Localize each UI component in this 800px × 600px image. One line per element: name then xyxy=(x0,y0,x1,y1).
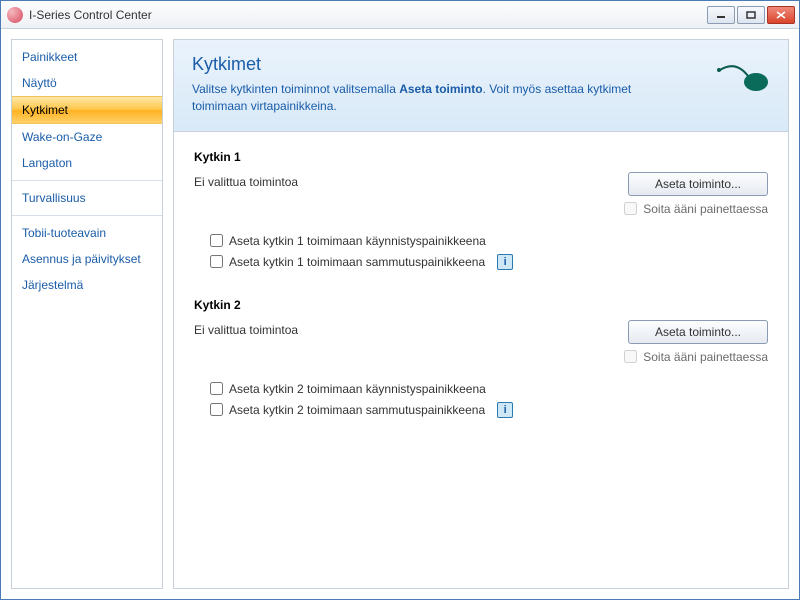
info-icon[interactable]: i xyxy=(497,254,513,270)
switch-1-power-off-checkbox[interactable] xyxy=(210,255,223,268)
sidebar-group: Painikkeet Näyttö Kytkimet Wake-on-Gaze … xyxy=(12,40,162,181)
switch-2-play-sound-label: Soita ääni painettaessa xyxy=(643,350,768,364)
window-body: Painikkeet Näyttö Kytkimet Wake-on-Gaze … xyxy=(1,29,799,599)
sidebar: Painikkeet Näyttö Kytkimet Wake-on-Gaze … xyxy=(11,39,163,589)
sidebar-item-jarjestelma[interactable]: Järjestelmä xyxy=(12,272,162,298)
sidebar-item-wake-on-gaze[interactable]: Wake-on-Gaze xyxy=(12,124,162,150)
switch-2-power-off-checkbox[interactable] xyxy=(210,403,223,416)
app-window: I-Series Control Center Painikkeet Näytt… xyxy=(0,0,800,600)
app-icon xyxy=(7,7,23,23)
page-header: Kytkimet Valitse kytkinten toiminnot val… xyxy=(174,40,788,132)
switch-1-power-on-label: Aseta kytkin 1 toimimaan käynnistyspaini… xyxy=(229,234,486,248)
sidebar-item-tuoteavain[interactable]: Tobii-tuoteavain xyxy=(12,220,162,246)
sidebar-item-naytto[interactable]: Näyttö xyxy=(12,70,162,96)
switch-2-play-sound-checkbox xyxy=(624,350,637,363)
maximize-button[interactable] xyxy=(737,6,765,24)
page-description: Valitse kytkinten toiminnot valitsemalla… xyxy=(192,81,672,115)
titlebar[interactable]: I-Series Control Center xyxy=(1,1,799,29)
desc-bold: Aseta toiminto xyxy=(399,82,482,96)
switch-2-set-action-button[interactable]: Aseta toiminto... xyxy=(628,320,768,344)
maximize-icon xyxy=(746,11,756,19)
sidebar-item-painikkeet[interactable]: Painikkeet xyxy=(12,44,162,70)
switch-1-status: Ei valittua toimintoa xyxy=(194,172,298,189)
close-button[interactable] xyxy=(767,6,795,24)
minimize-button[interactable] xyxy=(707,6,735,24)
switch-1-play-sound-checkbox xyxy=(624,202,637,215)
minimize-icon xyxy=(716,11,726,19)
window-title: I-Series Control Center xyxy=(29,8,707,22)
switch-1-section: Kytkin 1 Ei valittua toimintoa Aseta toi… xyxy=(194,150,768,270)
switch-1-power-on-checkbox[interactable] xyxy=(210,234,223,247)
sidebar-group: Tobii-tuoteavain Asennus ja päivitykset … xyxy=(12,216,162,302)
switch-2-power-off-label: Aseta kytkin 2 toimimaan sammutuspainikk… xyxy=(229,403,485,417)
switch-header-icon xyxy=(714,58,770,98)
main-panel: Kytkimet Valitse kytkinten toiminnot val… xyxy=(173,39,789,589)
switch-2-title: Kytkin 2 xyxy=(194,298,768,312)
sidebar-group: Turvallisuus xyxy=(12,181,162,216)
sidebar-item-asennus[interactable]: Asennus ja päivitykset xyxy=(12,246,162,272)
switch-2-power-on-checkbox[interactable] xyxy=(210,382,223,395)
switch-2-status: Ei valittua toimintoa xyxy=(194,320,298,337)
switch-2-section: Kytkin 2 Ei valittua toimintoa Aseta toi… xyxy=(194,298,768,418)
sidebar-item-kytkimet[interactable]: Kytkimet xyxy=(12,96,162,124)
desc-text: Valitse kytkinten toiminnot valitsemalla xyxy=(192,82,399,96)
page-title: Kytkimet xyxy=(192,54,770,75)
switch-1-set-action-button[interactable]: Aseta toiminto... xyxy=(628,172,768,196)
close-icon xyxy=(776,11,786,19)
window-controls xyxy=(707,6,795,24)
switch-1-title: Kytkin 1 xyxy=(194,150,768,164)
sidebar-item-langaton[interactable]: Langaton xyxy=(12,150,162,176)
sidebar-item-turvallisuus[interactable]: Turvallisuus xyxy=(12,185,162,211)
switch-1-play-sound-label: Soita ääni painettaessa xyxy=(643,202,768,216)
switch-2-power-on-label: Aseta kytkin 2 toimimaan käynnistyspaini… xyxy=(229,382,486,396)
info-icon[interactable]: i xyxy=(497,402,513,418)
switch-1-power-off-label: Aseta kytkin 1 toimimaan sammutuspainikk… xyxy=(229,255,485,269)
content-area: Kytkin 1 Ei valittua toimintoa Aseta toi… xyxy=(174,132,788,588)
